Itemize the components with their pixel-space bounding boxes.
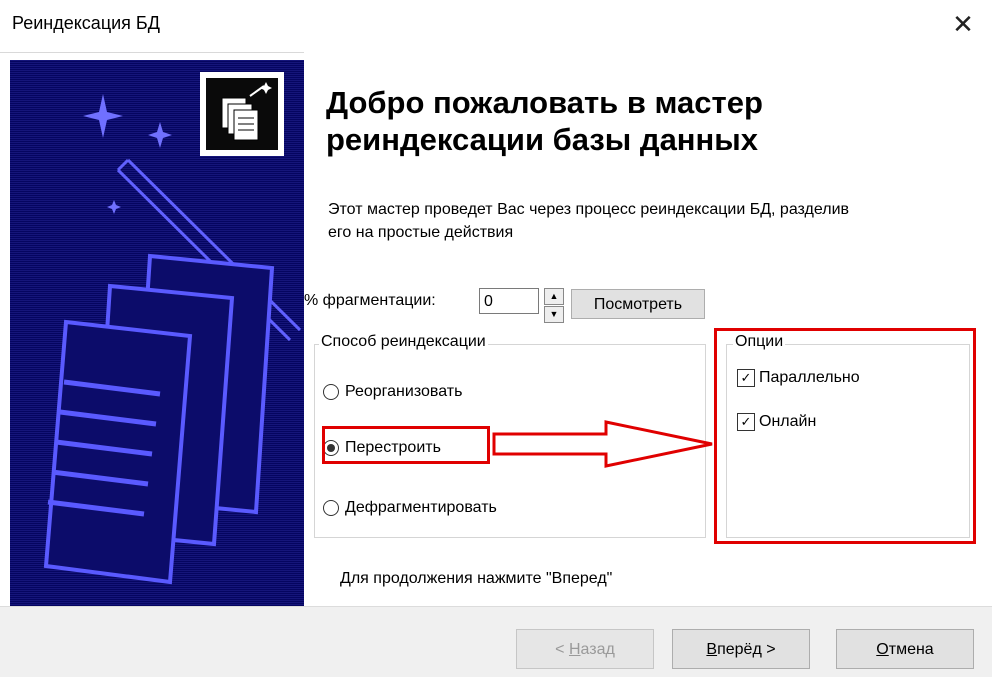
title-bar: Реиндексация БД ✕ bbox=[0, 0, 992, 53]
fragmentation-label: % фрагментации: bbox=[304, 292, 436, 309]
continue-hint: Для продолжения нажмите "Вперед" bbox=[340, 570, 613, 587]
back-button[interactable]: < Назад bbox=[516, 629, 654, 669]
page-title: Добро пожаловать в мастер реиндексации б… bbox=[326, 85, 763, 157]
wizard-footer: < Назад Вперёд > Отмена bbox=[0, 606, 992, 677]
wizard-description: Этот мастер проведет Вас через процесс р… bbox=[328, 201, 849, 241]
radio-label: Дефрагментировать bbox=[345, 499, 497, 516]
wizard-sidebar-illustration bbox=[10, 60, 304, 606]
radio-circle[interactable] bbox=[323, 384, 339, 400]
window-title: Реиндексация БД bbox=[12, 13, 160, 33]
options-highlight-box bbox=[714, 328, 976, 544]
close-icon[interactable]: ✕ bbox=[948, 8, 978, 40]
radio-circle[interactable] bbox=[323, 500, 339, 516]
spin-down-icon[interactable]: ▼ bbox=[544, 306, 564, 323]
wizard-logo bbox=[200, 72, 284, 156]
wizard-main-panel: Добро пожаловать в мастер реиндексации б… bbox=[304, 52, 992, 606]
wizard-documents-icon bbox=[221, 82, 272, 141]
arrow-annotation bbox=[492, 420, 713, 468]
view-button[interactable]: Посмотреть bbox=[571, 289, 705, 319]
spin-up-icon[interactable]: ▲ bbox=[544, 288, 564, 305]
sparkle-icon bbox=[83, 94, 172, 214]
cancel-button[interactable]: Отмена bbox=[836, 629, 974, 669]
rebuild-highlight-box bbox=[322, 426, 490, 464]
radio-defragment[interactable]: Дефрагментировать bbox=[323, 499, 497, 517]
radio-reorganize[interactable]: Реорганизовать bbox=[323, 383, 462, 401]
next-button[interactable]: Вперёд > bbox=[672, 629, 810, 669]
fragmentation-stepper[interactable]: ▲ ▼ bbox=[544, 288, 564, 323]
fragmentation-input[interactable]: 0 bbox=[479, 288, 539, 314]
radio-label: Реорганизовать bbox=[345, 383, 463, 400]
method-group-label: Способ реиндексации bbox=[319, 333, 488, 351]
